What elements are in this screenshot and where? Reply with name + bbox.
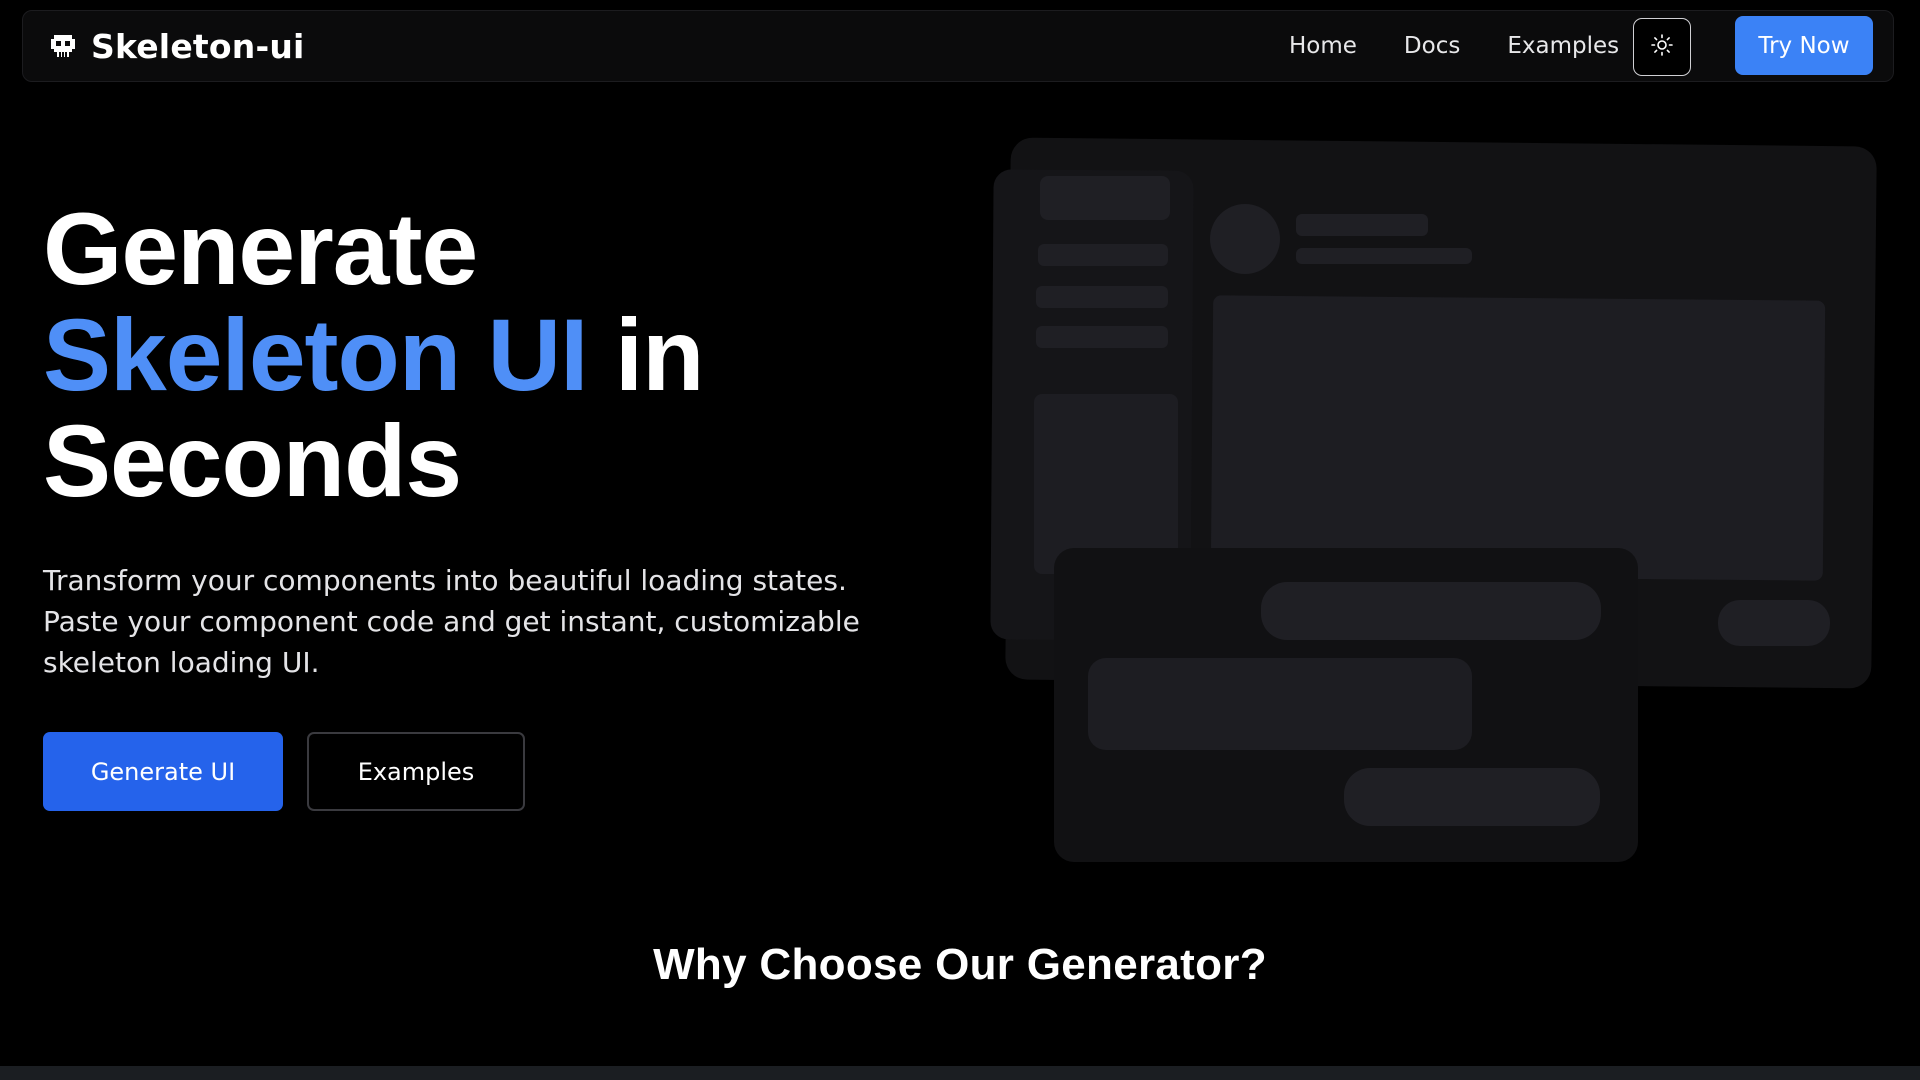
- skeleton-name-line: [1296, 214, 1428, 236]
- generate-ui-button[interactable]: Generate UI: [43, 732, 283, 811]
- skeleton-sidebar-item: [1036, 286, 1168, 308]
- skeleton-subtitle-line: [1296, 248, 1472, 264]
- hero-description-line1: Transform your components into beautiful…: [43, 564, 847, 597]
- skeleton-pill: [1261, 582, 1601, 640]
- skeleton-illustration: [990, 137, 1880, 870]
- hero-title-line1: Generate: [43, 192, 478, 306]
- theme-toggle-button[interactable]: [1633, 18, 1691, 76]
- nav-link-docs[interactable]: Docs: [1404, 33, 1460, 59]
- skeleton-sidebar-item: [1036, 326, 1168, 348]
- skeleton-sidebar-header: [1040, 176, 1170, 220]
- examples-button[interactable]: Examples: [307, 732, 525, 811]
- skeleton-pill: [1344, 768, 1600, 826]
- brand[interactable]: Skeleton-ui: [47, 11, 305, 81]
- skeleton-content-block: [1210, 295, 1826, 581]
- skeleton-sidebar-item: [1038, 244, 1168, 266]
- skeleton-pill: [1718, 600, 1830, 646]
- skeleton-card-block: [1088, 658, 1472, 750]
- hero-title-accent: Skeleton UI: [43, 298, 588, 412]
- bottom-strip: [0, 1066, 1920, 1080]
- hero-description-line2: Paste your component code and get instan…: [43, 605, 860, 638]
- brand-name: Skeleton-ui: [91, 26, 305, 66]
- sun-icon: [1650, 33, 1674, 61]
- try-now-button[interactable]: Try Now: [1735, 16, 1873, 75]
- hero-description: Transform your components into beautiful…: [43, 560, 923, 683]
- section-heading: Why Choose Our Generator?: [653, 940, 1267, 989]
- skeleton-sidebar-block: [1034, 394, 1178, 574]
- nav-link-home[interactable]: Home: [1289, 33, 1357, 59]
- hero-title-line3: Seconds: [43, 404, 462, 518]
- hero-description-line3: skeleton loading UI.: [43, 646, 320, 679]
- landing-page: Skeleton-ui Home Docs Examples Try Now G…: [0, 0, 1920, 1080]
- nav-link-examples[interactable]: Examples: [1507, 33, 1619, 59]
- nav-links: Home Docs Examples: [1289, 11, 1666, 81]
- hero-title: Generate Skeleton UI in Seconds: [43, 196, 863, 514]
- hero-title-after-accent: in: [587, 298, 705, 412]
- skeleton-avatar: [1210, 204, 1280, 274]
- navbar: Skeleton-ui Home Docs Examples Try Now: [22, 10, 1894, 82]
- skull-icon: [47, 30, 79, 62]
